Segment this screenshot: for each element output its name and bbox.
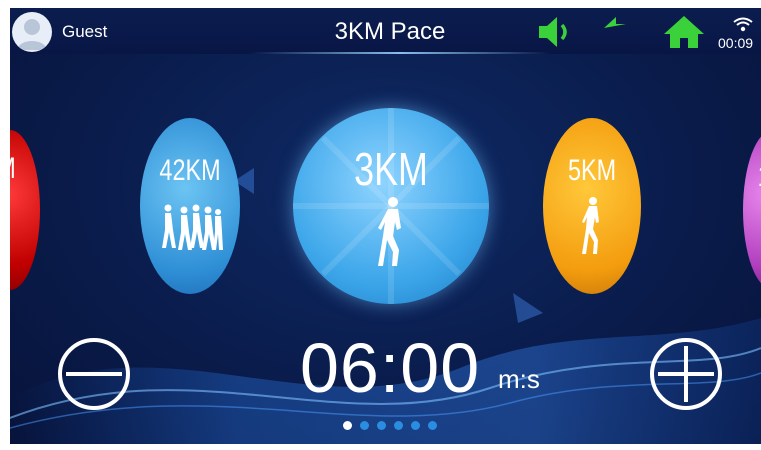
status-area: 00:09 [718, 16, 761, 56]
page-dot[interactable] [360, 421, 369, 430]
distance-option-3km-selected[interactable]: 3KM [293, 108, 489, 304]
runner-icon [378, 197, 401, 266]
distance-option-next[interactable]: 1 [743, 130, 761, 290]
pace-value: 06:00 [300, 329, 481, 407]
distance-label: 1 [758, 160, 761, 194]
decrease-pace-button[interactable] [55, 335, 133, 413]
pace-unit: m:s [498, 364, 540, 394]
page-title: 3KM Pace [334, 18, 446, 45]
increase-pace-button[interactable] [647, 335, 725, 413]
page-dot[interactable] [377, 421, 386, 430]
page-dot[interactable] [343, 421, 352, 430]
page-indicator [343, 421, 437, 431]
page-dot[interactable] [394, 421, 403, 430]
distance-option-42km[interactable]: 42KM [140, 118, 240, 294]
plus-circle-icon [650, 338, 722, 410]
runners-icon [162, 204, 223, 250]
avatar-icon[interactable] [12, 12, 52, 52]
minus-circle-icon [58, 338, 130, 410]
user-name: Guest [62, 22, 108, 41]
distance-label: M [10, 152, 29, 186]
distance-label: 5KM [567, 154, 617, 187]
page-dot[interactable] [411, 421, 420, 430]
distance-label: 42KM [159, 154, 221, 187]
title-underline [250, 52, 550, 54]
speaker-icon[interactable] [535, 14, 579, 50]
distance-option-marathon[interactable]: M [10, 130, 40, 290]
distance-option-5km[interactable]: 5KM [543, 118, 641, 294]
top-bar: Guest 3KM Pace 00:09 [10, 8, 761, 54]
app-screen: Guest 3KM Pace 00:09 42KM 3KM 5KM 06:00 … [10, 8, 761, 444]
wifi-icon [733, 17, 753, 32]
back-arrow-icon[interactable] [600, 14, 644, 50]
clock-time: 00:09 [718, 35, 754, 51]
runner-icon [582, 197, 599, 254]
runners-icon [10, 210, 16, 250]
right-arrow-indicator [513, 293, 543, 323]
home-icon[interactable] [662, 14, 706, 50]
page-dot[interactable] [428, 421, 437, 430]
distance-label: 3KM [354, 143, 428, 195]
